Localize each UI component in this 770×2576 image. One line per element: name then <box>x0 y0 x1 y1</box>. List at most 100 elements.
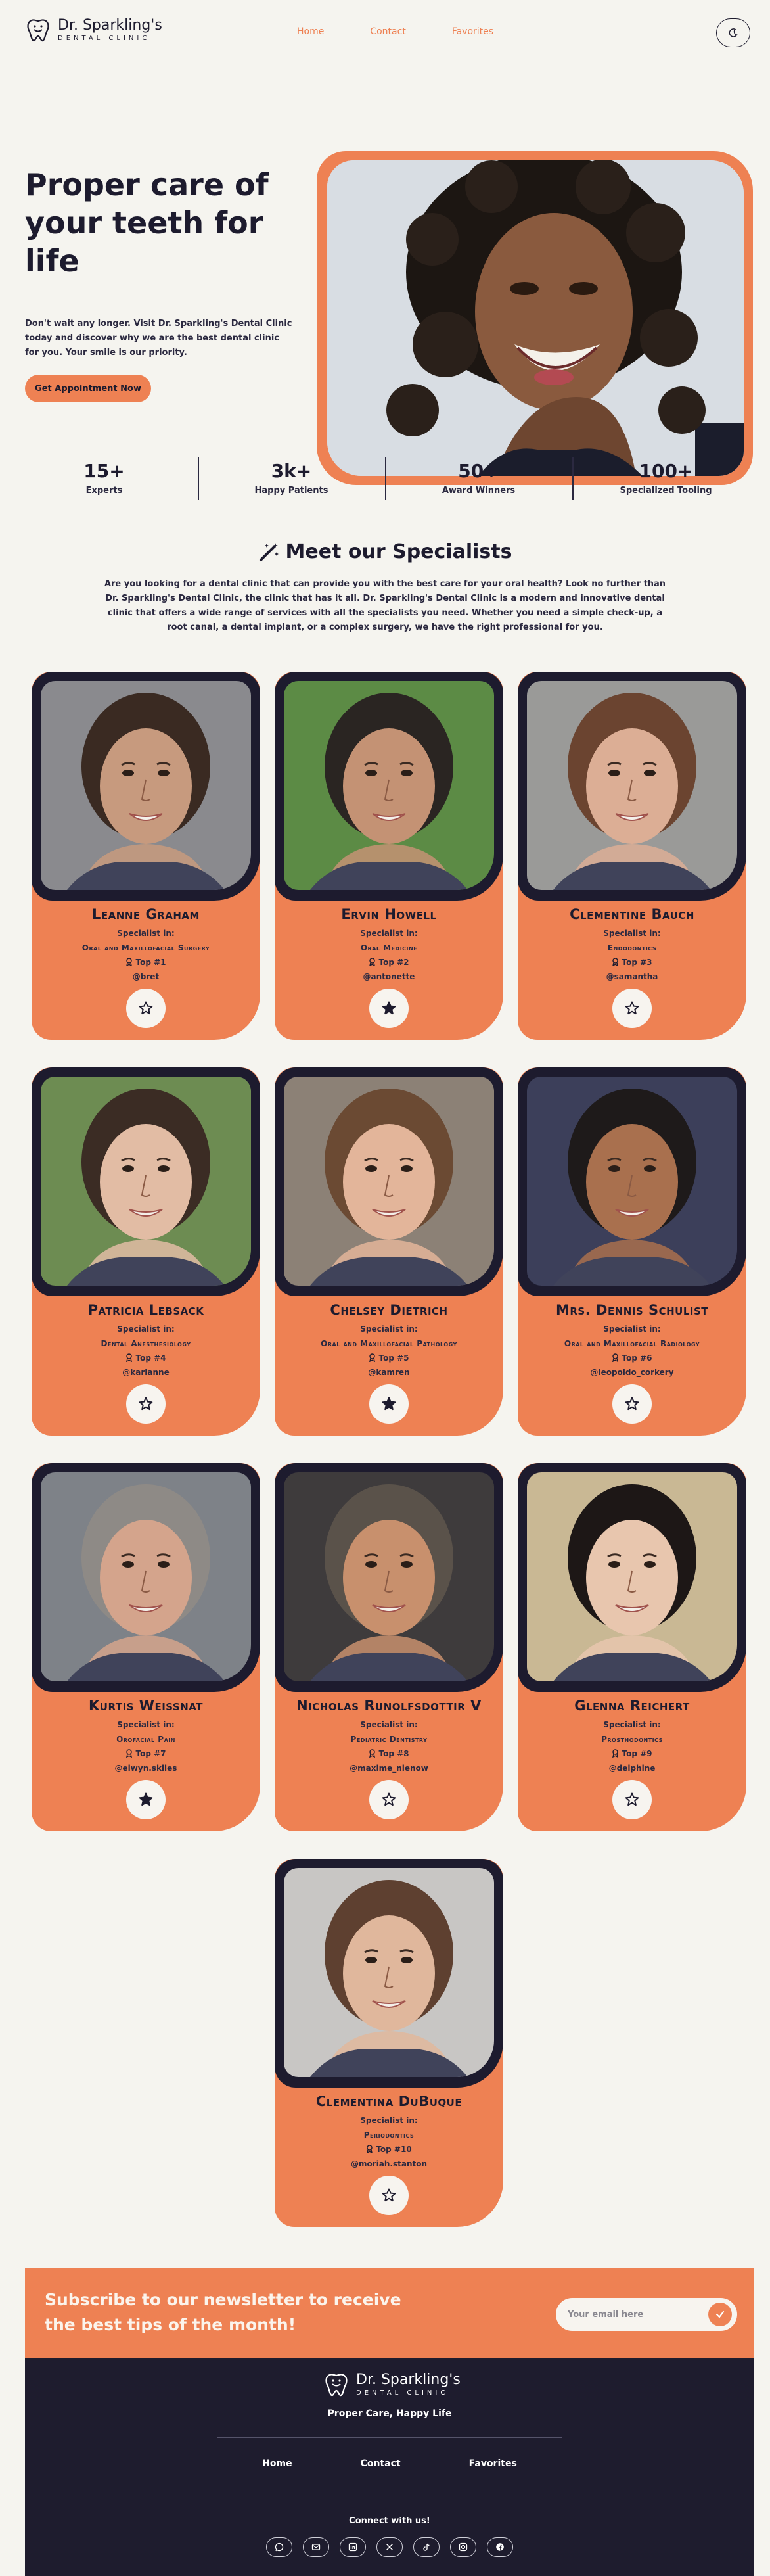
favorite-button[interactable] <box>126 1780 166 1819</box>
site-footer: Dr. Sparkling's DENTAL CLINIC Proper Car… <box>25 2358 754 2576</box>
star-filled-icon <box>382 1001 396 1015</box>
newsletter-submit-button[interactable] <box>708 2303 732 2326</box>
doctor-rank: Top #1 <box>32 956 260 969</box>
specialist-label: Specialist in: <box>360 2116 418 2125</box>
award-icon <box>367 2145 373 2154</box>
award-icon <box>126 1353 133 1363</box>
specialist-card[interactable]: Clementina DuBuque Specialist in: Periodon… <box>275 1859 503 2227</box>
doctor-rank: Top #6 <box>518 1351 746 1365</box>
doctor-rank: Top #10 <box>275 2143 503 2156</box>
card-photo-frame <box>518 1067 746 1296</box>
specialist-card[interactable]: Clementine Bauch Specialist in: Endodontic… <box>518 672 746 1040</box>
doctor-rank: Top #3 <box>518 956 746 969</box>
footer-home-link[interactable]: Home <box>262 2458 292 2469</box>
award-icon <box>612 1353 619 1363</box>
specialist-label: Specialist in: <box>117 929 175 938</box>
theme-toggle-button[interactable] <box>716 18 750 47</box>
facebook-icon <box>496 2543 504 2551</box>
star-filled-icon <box>382 1397 396 1411</box>
specialist-card[interactable]: Ervin Howell Specialist in: Oral Medicine T… <box>275 672 503 1040</box>
newsletter-email-input[interactable] <box>568 2307 699 2322</box>
stat-label: Award Winners <box>442 486 516 496</box>
brand-logo[interactable]: Dr. Sparkling's DENTAL CLINIC <box>25 17 162 43</box>
doctor-specialty: Pediatric Dentistry <box>350 1735 428 1744</box>
specialists-title-text: Meet our Specialists <box>285 540 512 563</box>
doctor-portrait-illustration <box>41 681 251 890</box>
stat-happy-patients: 3k+ Happy Patients <box>198 454 385 513</box>
specialist-card[interactable]: Nicholas Runolfsdottir V Specialist in: Pe… <box>275 1463 503 1831</box>
mail-icon <box>311 2544 321 2550</box>
hero-section: Proper care of your teeth for life Don't… <box>0 66 770 485</box>
doctor-portrait-illustration <box>284 1868 494 2077</box>
x-link[interactable] <box>376 2537 403 2557</box>
star-filled-icon <box>139 1792 153 1806</box>
doctor-name: Clementina DuBuque <box>315 2094 463 2109</box>
favorite-button[interactable] <box>369 2176 409 2215</box>
favorite-button[interactable] <box>126 989 166 1028</box>
doctor-photo <box>284 1472 494 1681</box>
card-photo-frame <box>275 1463 503 1692</box>
doctor-rank-text: Top #4 <box>135 1353 166 1363</box>
tiktok-link[interactable] <box>413 2537 440 2557</box>
instagram-link[interactable] <box>450 2537 476 2557</box>
stat-label: Specialized Tooling <box>620 486 712 496</box>
stat-value: 50+ <box>458 460 499 482</box>
doctor-rank: Top #8 <box>275 1747 503 1760</box>
get-appointment-button[interactable]: Get Appointment Now <box>25 375 151 402</box>
whatsapp-link[interactable] <box>266 2537 292 2557</box>
favorite-button[interactable] <box>369 1780 409 1819</box>
award-icon <box>369 958 376 967</box>
doctor-username: @moriah.stanton <box>350 2159 428 2168</box>
doctor-username: @delphine <box>608 1764 656 1773</box>
favorite-button[interactable] <box>369 1384 409 1424</box>
specialist-card[interactable]: Patricia Lebsack Specialist in: Dental Ane… <box>32 1067 260 1436</box>
newsletter-text: Subscribe to our newsletter to receive t… <box>45 2290 401 2334</box>
doctor-rank: Top #2 <box>275 956 503 969</box>
footer-favorites-link[interactable]: Favorites <box>469 2458 517 2469</box>
doctor-specialty: Oral Medicine <box>360 943 418 952</box>
specialist-card[interactable]: Kurtis Weissnat Specialist in: Orofacial P… <box>32 1463 260 1831</box>
mail-link[interactable] <box>303 2537 329 2557</box>
doctor-portrait-illustration <box>527 1472 737 1681</box>
favorite-button[interactable] <box>612 1780 652 1819</box>
specialist-card[interactable]: Leanne Graham Specialist in: Oral and Maxi… <box>32 672 260 1040</box>
favorite-button[interactable] <box>369 989 409 1028</box>
doctor-photo <box>527 1472 737 1681</box>
doctor-specialty: Oral and Maxillofacial Pathology <box>321 1339 457 1348</box>
nav-favorites-link[interactable]: Favorites <box>452 26 493 37</box>
star-outline-icon <box>382 1792 396 1806</box>
smiling-woman-illustration <box>327 160 744 476</box>
specialist-card[interactable]: Chelsey Dietrich Specialist in: Oral and M… <box>275 1067 503 1436</box>
doctor-photo <box>284 1077 494 1286</box>
nav-contact-link[interactable]: Contact <box>370 26 405 37</box>
specialist-card[interactable]: Mrs. Dennis Schulist Specialist in: Oral a… <box>518 1067 746 1436</box>
doctor-username: @leopoldo_corkery <box>590 1368 674 1377</box>
doctor-username: @karianne <box>122 1368 170 1377</box>
doctor-portrait-illustration <box>527 1077 737 1286</box>
linkedin-link[interactable] <box>340 2537 366 2557</box>
card-photo-frame <box>518 672 746 901</box>
footer-nav: Home Contact Favorites <box>25 2458 754 2469</box>
x-icon <box>386 2543 394 2551</box>
specialist-label: Specialist in: <box>117 1720 175 1729</box>
facebook-link[interactable] <box>487 2537 513 2557</box>
doctor-specialty: Orofacial Pain <box>116 1735 175 1744</box>
tooth-smile-icon <box>325 2374 348 2397</box>
specialist-card[interactable]: Glenna Reichert Specialist in: Prosthodont… <box>518 1463 746 1831</box>
star-outline-icon <box>625 1001 639 1015</box>
favorite-button[interactable] <box>126 1384 166 1424</box>
doctor-photo <box>41 1472 251 1681</box>
stat-experts: 15+ Experts <box>11 454 198 513</box>
footer-contact-link[interactable]: Contact <box>361 2458 401 2469</box>
favorite-button[interactable] <box>612 1384 652 1424</box>
footer-brand-logo[interactable]: Dr. Sparkling's DENTAL CLINIC <box>323 2372 461 2398</box>
specialist-label: Specialist in: <box>360 929 418 938</box>
doctor-specialty: Oral and Maxillofacial Radiology <box>564 1339 700 1348</box>
nav-home-link[interactable]: Home <box>297 26 324 37</box>
favorite-button[interactable] <box>612 989 652 1028</box>
stat-award-winners: 50+ Award Winners <box>385 454 572 513</box>
doctor-portrait-illustration <box>284 1077 494 1286</box>
award-icon <box>612 958 619 967</box>
doctor-name: Ervin Howell <box>341 906 437 922</box>
star-outline-icon <box>139 1397 153 1411</box>
